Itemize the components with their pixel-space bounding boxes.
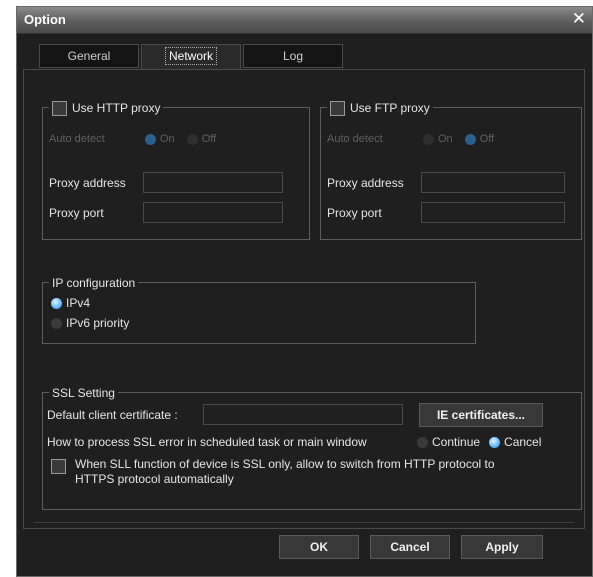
continue-radio[interactable] [417,436,428,448]
client-cert-label: Default client certificate : [47,408,178,422]
ftp-proxy-label: Use FTP proxy [350,101,430,115]
ftp-proxy-group: Use FTP proxy Auto detect On Off Proxy a… [320,100,582,240]
tab-network-label: Network [164,47,218,65]
ipv4-label: IPv4 [66,296,91,310]
ftp-auto-off-radio[interactable] [464,133,476,145]
ssl-setting-group: SSL Setting Default client certificate :… [42,385,582,510]
ssl-title: SSL Setting [52,386,115,400]
auto-switch-label-line1: When SLL function of device is SSL only,… [75,457,495,471]
http-auto-off-label: Off [201,133,217,145]
continue-label: Continue [432,435,481,449]
ipv4-radio[interactable] [51,297,62,309]
http-auto-on-label: On [160,133,175,145]
ftp-port-label: Proxy port [327,206,382,220]
ip-config-group: IP configuration IPv4 IPv6 priority [42,275,476,344]
ok-button[interactable]: OK [279,535,359,559]
http-proxy-label: Use HTTP proxy [72,101,161,115]
http-proxy-legend: Use HTTP proxy [49,100,164,116]
cancel-option-label: Cancel [504,435,542,449]
ssl-error-label: How to process SSL error in scheduled ta… [47,435,367,449]
http-proxy-checkbox[interactable] [52,100,67,116]
close-icon[interactable]: ✕ [572,9,586,29]
ip-config-title: IP configuration [52,276,136,290]
ftp-address-field[interactable] [421,172,565,193]
auto-switch-label-line2: HTTPS protocol automatically [75,472,234,486]
tab-log[interactable]: Log [243,44,343,68]
http-auto-detect-label: Auto detect [49,133,105,145]
apply-button[interactable]: Apply [461,535,543,559]
http-address-field[interactable] [143,172,283,193]
ftp-address-label: Proxy address [327,176,404,190]
footer-divider [34,522,574,523]
http-proxy-group: Use HTTP proxy Auto detect On Off Proxy … [42,100,310,240]
ftp-proxy-checkbox[interactable] [330,100,345,116]
tab-network[interactable]: Network [141,44,241,70]
auto-switch-checkbox[interactable] [51,459,66,474]
ftp-proxy-legend: Use FTP proxy [327,100,433,116]
http-port-field[interactable] [143,202,283,223]
http-auto-off-radio[interactable] [186,133,198,145]
ftp-auto-on-radio[interactable] [423,133,434,145]
ftp-auto-on-label: On [438,133,453,145]
ssl-legend: SSL Setting [49,385,118,401]
ftp-port-field[interactable] [421,202,565,223]
ipv6-radio[interactable] [51,317,62,329]
tab-general[interactable]: General [39,44,139,68]
client-cert-field[interactable] [203,404,403,425]
http-address-label: Proxy address [49,176,126,190]
tab-general-label: General [67,49,111,63]
ipv4-option[interactable]: IPv4 [47,296,90,310]
cancel-button[interactable]: Cancel [370,535,450,559]
http-port-label: Proxy port [49,206,104,220]
http-auto-detect-row: Auto detect On Off [49,133,216,145]
ssl-error-options: Continue Cancel [413,435,541,449]
option-dialog: Option ✕ General Network Log Use HTTP pr… [16,6,593,577]
cancel-radio[interactable] [489,436,501,448]
ftp-auto-detect-row: Auto detect On Off [327,133,494,145]
tab-log-label: Log [282,49,304,63]
ip-config-legend: IP configuration [49,275,139,291]
http-auto-on-radio[interactable] [145,133,156,145]
title-bar: Option ✕ [17,7,592,34]
ipv6-label: IPv6 priority [66,316,130,330]
ftp-auto-detect-label: Auto detect [327,133,383,145]
network-panel: Use HTTP proxy Auto detect On Off Proxy … [23,69,585,529]
ipv6-option[interactable]: IPv6 priority [47,316,129,330]
ie-certificates-button[interactable]: IE certificates... [419,403,543,427]
window-title: Option [24,12,66,27]
ftp-auto-off-label: Off [479,133,495,145]
